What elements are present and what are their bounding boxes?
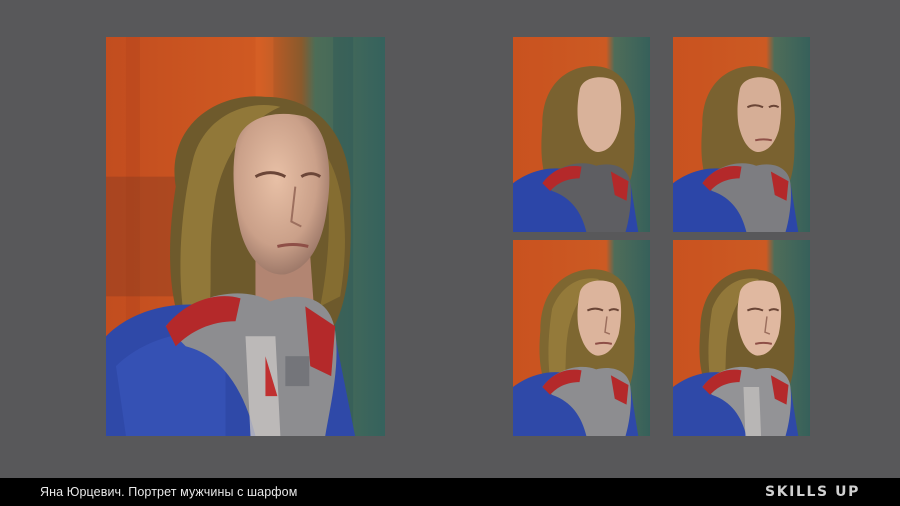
footer-bar: Яна Юрцевич. Портрет мужчины с шарфом SK… [0, 478, 900, 506]
artwork-board [0, 0, 900, 478]
artwork-caption: Яна Юрцевич. Портрет мужчины с шарфом [40, 485, 298, 499]
stage-thumbnail-3 [513, 240, 650, 436]
stage-thumbnail-1 [513, 37, 650, 232]
main-portrait-painting [106, 37, 385, 436]
brand-logo: SKILLS UP [765, 484, 860, 500]
stage-thumbnail-2 [673, 37, 810, 232]
stage-thumbnail-4 [673, 240, 810, 436]
